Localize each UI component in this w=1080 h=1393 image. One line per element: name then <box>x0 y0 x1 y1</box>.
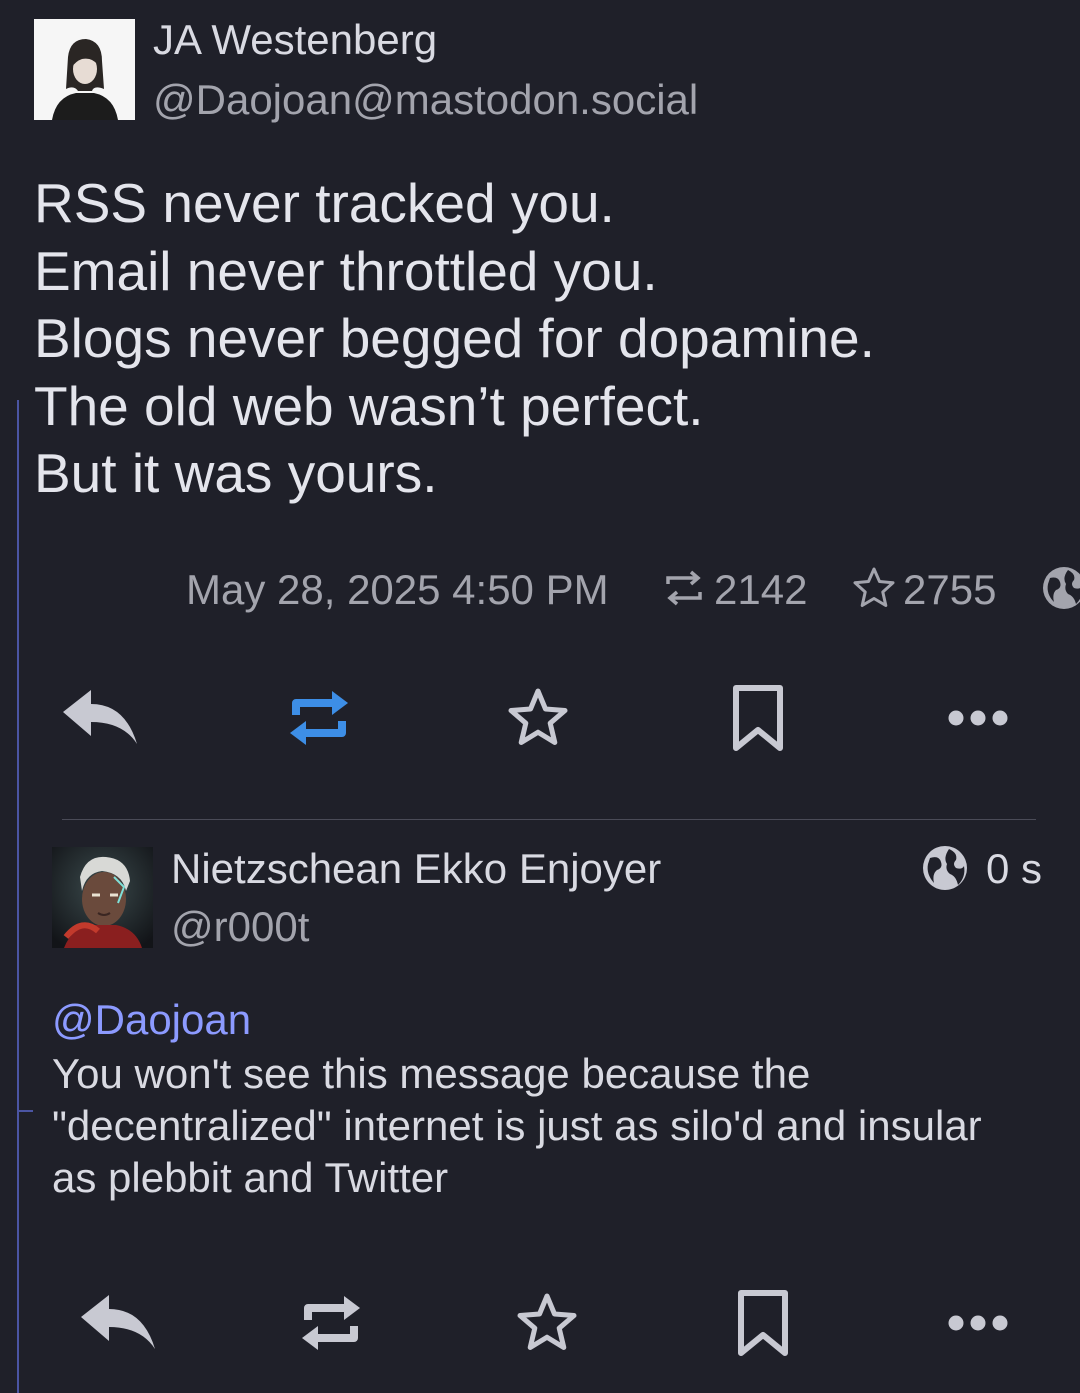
reply-avatar[interactable] <box>52 847 153 948</box>
reply-button[interactable] <box>55 678 145 758</box>
boost-button[interactable] <box>274 678 364 758</box>
thread-line-connector <box>17 1110 33 1112</box>
more-icon <box>948 710 1008 726</box>
favourite-button[interactable] <box>502 1283 592 1363</box>
reply-relative-time[interactable]: 0 s <box>986 845 1042 893</box>
reply-icon <box>63 690 137 744</box>
reply-mention-link[interactable]: @Daojoan <box>52 996 251 1044</box>
globe-icon <box>923 846 967 890</box>
boost-count-icon <box>666 570 702 606</box>
boost-icon <box>302 1296 360 1350</box>
avatar[interactable] <box>34 19 135 120</box>
avatar-portrait-image <box>34 19 135 120</box>
star-icon <box>508 688 568 745</box>
reply-action-bar <box>0 1283 1080 1363</box>
reply-icon <box>81 1295 155 1349</box>
bookmark-button[interactable] <box>718 1283 808 1363</box>
more-icon <box>948 1315 1008 1331</box>
status-content-line: The old web wasn’t perfect. <box>34 374 704 437</box>
boost-count[interactable]: 2142 <box>714 562 807 618</box>
status-content-line: But it was yours. <box>34 442 438 504</box>
author-display-name[interactable]: JA Westenberg <box>153 16 437 64</box>
author-handle[interactable]: @Daojoan@mastodon.social <box>153 76 698 124</box>
globe-icon <box>1043 567 1080 609</box>
boost-button[interactable] <box>286 1283 376 1363</box>
bookmark-icon <box>738 1290 788 1356</box>
status-content-line: Email never throttled you. <box>34 239 658 302</box>
star-icon <box>517 1293 577 1350</box>
bookmark-button[interactable] <box>713 678 803 758</box>
reply-author-display-name[interactable]: Nietzschean Ekko Enjoyer <box>171 845 661 893</box>
status-content-line: RSS never tracked you. <box>34 172 615 234</box>
status-timestamp[interactable]: May 28, 2025 4:50 PM <box>186 562 609 618</box>
reply-content-line: as plebbit and Twitter <box>52 1154 449 1201</box>
favourite-button[interactable] <box>493 678 583 758</box>
favourite-count-icon <box>853 567 895 607</box>
status-action-bar <box>0 678 1080 758</box>
reply-content-line: You won't see this message because the <box>52 1050 811 1097</box>
status-thread-view: JA Westenberg @Daojoan@mastodon.social R… <box>0 0 1080 1393</box>
more-button[interactable] <box>933 678 1023 758</box>
status-content: RSS never tracked you. Email never throt… <box>34 170 1064 508</box>
reply-content-line: "decentralized" internet is just as silo… <box>52 1102 982 1149</box>
reply-content: You won't see this message because the "… <box>52 1048 1062 1204</box>
avatar-portrait-image <box>52 847 153 948</box>
favourite-count[interactable]: 2755 <box>903 562 996 618</box>
more-button[interactable] <box>933 1283 1023 1363</box>
reply-author-handle[interactable]: @r000t <box>171 903 309 951</box>
thread-line <box>17 400 19 1393</box>
bookmark-icon <box>733 685 783 751</box>
reply-button[interactable] <box>73 1283 163 1363</box>
status-content-line: Blogs never begged for dopamine. <box>34 307 875 369</box>
boost-icon <box>290 691 348 745</box>
divider <box>62 819 1036 820</box>
